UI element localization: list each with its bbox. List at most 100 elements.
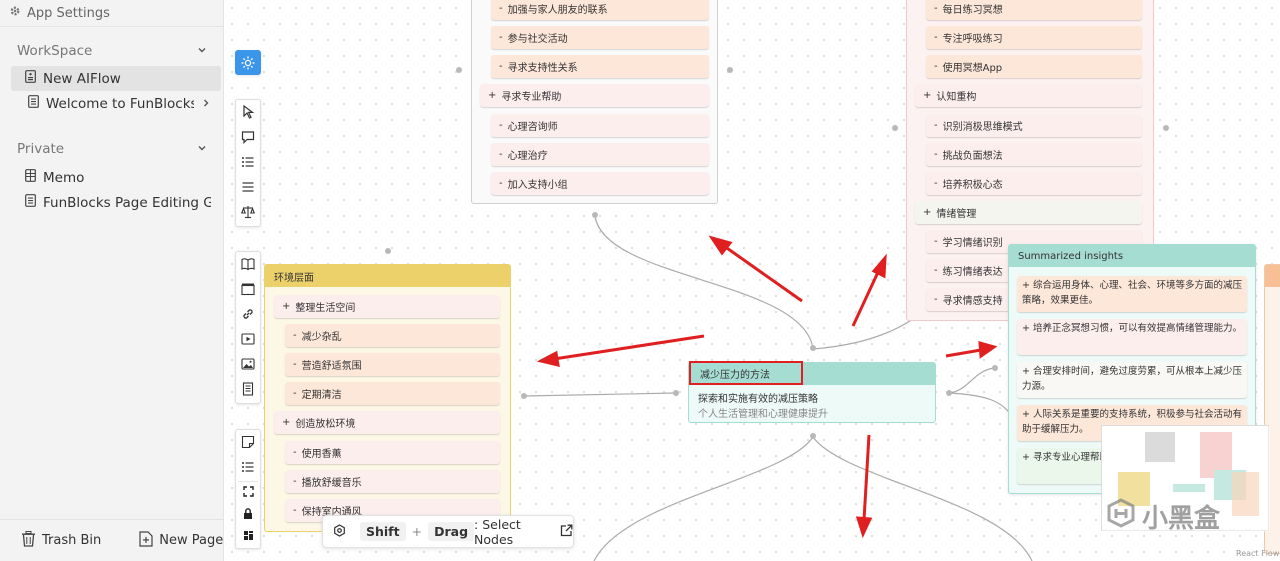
node-label: 营造舒适氛围	[301, 361, 362, 372]
hint-text: : Select Nodes	[474, 516, 521, 547]
list-item[interactable]: 使用香薰	[285, 441, 500, 464]
connection-handle[interactable]	[592, 212, 598, 218]
flow-doc-icon	[25, 70, 36, 87]
list-item[interactable]: 心理咨询师	[491, 114, 709, 137]
sticky-note-icon	[241, 435, 255, 453]
list-item[interactable]: 情绪管理	[915, 201, 1142, 224]
balance-button[interactable]	[236, 201, 260, 226]
insert-note-button[interactable]	[236, 378, 260, 403]
connection-handle[interactable]	[992, 365, 998, 371]
insert-media-button[interactable]	[236, 328, 260, 353]
list-item[interactable]: 参与社交活动	[491, 26, 709, 49]
comment-button[interactable]	[236, 126, 260, 151]
workspace-label: WorkSpace	[17, 43, 93, 59]
list-button[interactable]	[236, 151, 260, 176]
list-item[interactable]: 播放舒缓音乐	[285, 470, 500, 493]
environment-card[interactable]: 环境层面 整理生活空间 减少杂乱 营造舒适氛围 定期清洁 创造放松环境 使用香薰…	[264, 264, 511, 532]
node-label: 心理治疗	[507, 151, 548, 162]
note-doc-icon	[241, 381, 255, 400]
list-item[interactable]: 整理生活空间	[274, 295, 500, 318]
list-item[interactable]: 心理治疗	[491, 143, 709, 166]
list-item[interactable]: 培养积极心态	[926, 172, 1142, 195]
sidebar-item-label: Memo	[43, 169, 85, 186]
list-item[interactable]: 识别消极思维模式	[926, 114, 1142, 137]
fullscreen-icon	[242, 485, 254, 501]
list-icon	[241, 460, 255, 478]
connection-handle[interactable]	[673, 390, 679, 396]
connection-handle[interactable]	[727, 67, 733, 73]
trash-bin-button[interactable]: Trash Bin	[21, 530, 102, 551]
node-label: 寻求情感支持	[942, 296, 1003, 307]
book-icon	[241, 257, 255, 275]
link-icon	[241, 307, 255, 325]
chat-bubble-icon	[241, 130, 255, 148]
central-topic-subtitle: 探索和实施有效的减压策略	[698, 394, 818, 405]
connection-handle[interactable]	[1163, 125, 1169, 131]
external-link-icon[interactable]	[560, 524, 573, 540]
insert-video-button[interactable]	[236, 278, 260, 303]
connection-handle[interactable]	[456, 67, 462, 73]
watermark: 小黑盒	[1106, 498, 1220, 535]
lock-button[interactable]	[236, 504, 260, 526]
react-flow-attribution[interactable]: React Flow	[1236, 549, 1279, 558]
list-item[interactable]: 寻求专业帮助	[480, 84, 709, 107]
private-label: Private	[17, 141, 65, 157]
sidebar-item-new-aiflow[interactable]: New AIFlow	[11, 66, 221, 91]
list-item[interactable]: 创造放松环境	[274, 411, 500, 434]
layout-button[interactable]	[236, 526, 260, 548]
connection-handle[interactable]	[892, 125, 898, 131]
plus-sign: +	[411, 524, 423, 539]
connection-handle[interactable]	[385, 248, 391, 254]
node-label: 学习情绪识别	[942, 238, 1003, 249]
node-label: 创造放松环境	[295, 419, 356, 430]
theme-toggle-button[interactable]	[235, 50, 261, 75]
node-label: 参与社交活动	[507, 34, 568, 45]
insert-link-button[interactable]	[236, 303, 260, 328]
flow-canvas[interactable]: 加强与家人朋友的联系 参与社交活动 寻求支持性关系 寻求专业帮助 心理咨询师 心…	[224, 0, 1280, 561]
sidebar-item-memo[interactable]: Memo	[0, 165, 223, 190]
node-label: 专注呼吸练习	[942, 34, 1003, 45]
list-item[interactable]: 寻求支持性关系	[491, 55, 709, 78]
sidebar-item-editing-guide[interactable]: FunBlocks Page Editing Guide	[0, 190, 223, 215]
workspace-section-header[interactable]: WorkSpace	[0, 39, 223, 63]
node-label: 减少杂乱	[301, 332, 342, 343]
trash-bin-label: Trash Bin	[42, 533, 102, 548]
list-item[interactable]: 加入支持小组	[491, 172, 709, 195]
insert-image-button[interactable]	[236, 353, 260, 378]
chevron-right-icon[interactable]	[201, 96, 211, 112]
list-item[interactable]: 每日练习冥想	[926, 0, 1142, 20]
insight-item[interactable]: + 综合运用身体、心理、社会、环境等多方面的减压策略，效果更佳。	[1017, 276, 1247, 312]
selection-hint-bar: Shift + Drag : Select Nodes	[322, 515, 574, 548]
heybox-logo-icon	[1106, 498, 1136, 535]
list-item[interactable]: 减少杂乱	[285, 324, 500, 347]
list-item[interactable]: 加强与家人朋友的联系	[491, 0, 709, 20]
sidebar: App Settings WorkSpace New AIFlow Welcom…	[0, 0, 224, 561]
fit-view-button[interactable]	[236, 482, 260, 504]
text-button[interactable]	[236, 176, 260, 201]
app-settings-label: App Settings	[27, 5, 110, 21]
list-item[interactable]: 营造舒适氛围	[285, 353, 500, 376]
private-section-header[interactable]: Private	[0, 137, 223, 161]
outline-button[interactable]	[236, 456, 260, 481]
sidebar-item-welcome[interactable]: Welcome to FunBlocks!	[0, 91, 223, 116]
list-item[interactable]: 挑战负面想法	[926, 143, 1142, 166]
bullet-list-icon	[241, 155, 255, 173]
insight-item[interactable]: + 培养正念冥想习惯，可以有效提高情绪管理能力。	[1017, 319, 1247, 355]
new-page-button[interactable]: New Page	[139, 530, 223, 551]
connection-handle[interactable]	[810, 433, 816, 439]
list-item[interactable]: 定期清洁	[285, 382, 500, 405]
social-support-card[interactable]: 加强与家人朋友的联系 参与社交活动 寻求支持性关系 寻求专业帮助 心理咨询师 心…	[471, 0, 718, 204]
insight-item[interactable]: + 合理安排时间，避免过度劳累，可从根本上减少压力源。	[1017, 362, 1247, 398]
sticky-note-button[interactable]	[236, 431, 260, 456]
connection-handle[interactable]	[810, 345, 816, 351]
central-topic-title[interactable]: 减少压力的方法	[689, 361, 803, 385]
connection-handle[interactable]	[521, 393, 527, 399]
app-settings-button[interactable]: App Settings	[0, 0, 223, 27]
list-item[interactable]: 认知重构	[915, 84, 1142, 107]
insert-book-button[interactable]	[236, 253, 260, 278]
ai-assistant-button[interactable]	[236, 101, 260, 126]
central-topic-card[interactable]: 减少压力的方法 探索和实施有效的减压策略 个人生活管理和心理健康提升	[688, 361, 936, 423]
connection-handle[interactable]	[946, 390, 952, 396]
list-item[interactable]: 专注呼吸练习	[926, 26, 1142, 49]
list-item[interactable]: 使用冥想App	[926, 55, 1142, 78]
